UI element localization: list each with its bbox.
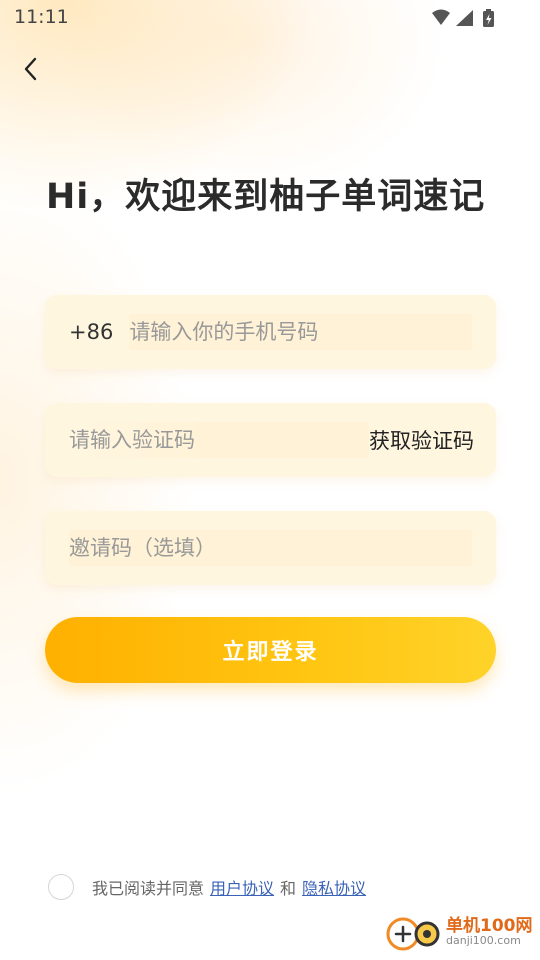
background-glow — [0, 0, 540, 960]
signal-icon — [456, 10, 473, 26]
watermark-logo-icon — [386, 917, 440, 951]
chevron-left-icon — [24, 57, 37, 81]
country-code-prefix: +86 — [69, 320, 114, 344]
back-button[interactable] — [14, 52, 48, 86]
verification-code-field: 获取验证码 — [45, 403, 496, 477]
agreement-conjunction: 和 — [280, 879, 297, 898]
verification-code-input[interactable] — [69, 422, 369, 458]
user-agreement-link[interactable]: 用户协议 — [210, 875, 274, 899]
status-time: 11:11 — [14, 6, 69, 28]
phone-input[interactable] — [129, 314, 472, 350]
privacy-agreement-link[interactable]: 隐私协议 — [302, 875, 366, 899]
phone-field: +86 — [45, 295, 496, 369]
agreement-text: 我已阅读并同意 — [92, 879, 205, 898]
page-title: Hi，欢迎来到柚子单词速记 — [46, 177, 486, 217]
watermark-subtitle: danji100.com — [446, 934, 521, 948]
get-code-button[interactable]: 获取验证码 — [369, 425, 474, 455]
status-bar: 11:11 — [0, 0, 540, 36]
battery-icon — [483, 9, 494, 27]
login-button[interactable]: 立即登录 — [45, 617, 496, 683]
status-icons — [432, 9, 494, 27]
watermark-title: 单机100网 — [446, 915, 533, 936]
wifi-icon — [432, 9, 450, 25]
invite-code-input[interactable] — [69, 530, 472, 566]
agreement-checkbox[interactable] — [48, 874, 74, 900]
agreement-row: 我已阅读并同意 用户协议 和 隐私协议 — [48, 870, 366, 904]
watermark: 单机100网 danji100.com — [384, 906, 534, 958]
invite-code-field — [45, 511, 496, 585]
